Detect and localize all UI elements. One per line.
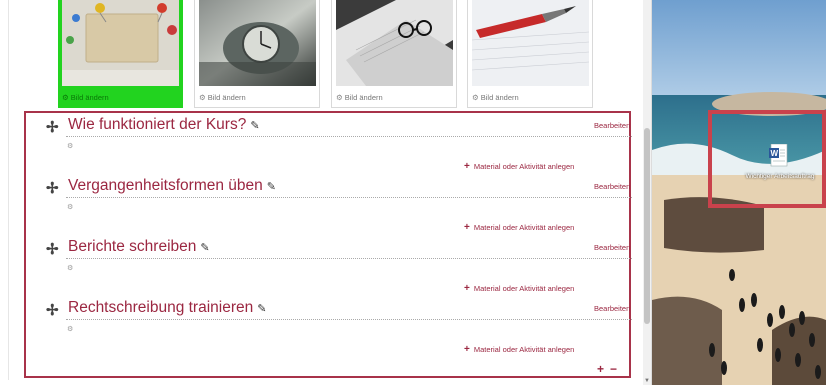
section-title[interactable]: Wie funktioniert der Kurs? ✎ xyxy=(68,116,260,134)
move-section-icon[interactable]: ✢ xyxy=(46,301,59,319)
section-title-underline xyxy=(66,136,632,137)
pencil-icon[interactable]: ✎ xyxy=(250,120,259,132)
remove-section-button[interactable]: − xyxy=(610,362,617,376)
add-section-button[interactable]: + xyxy=(597,362,604,376)
course-section: ✢ Vergangenheitsformen üben ✎ Bearbeiten … xyxy=(0,174,632,234)
image-tile-3[interactable]: ⚙ Bild ändern xyxy=(331,0,457,108)
gear-icon: ⚙ xyxy=(199,93,206,102)
page-scrollbar[interactable]: ▼ xyxy=(643,0,651,385)
edit-menu-link[interactable]: Bearbeiten xyxy=(594,121,630,130)
change-image-link[interactable]: ⚙ Bild ändern xyxy=(336,93,383,102)
section-title-underline xyxy=(66,319,632,320)
image-tile-4[interactable]: ⚙ Bild ändern xyxy=(467,0,593,108)
course-page: ⚙ Bild ändern ⚙ Bild ändern ⚙ Bild änder… xyxy=(0,0,652,385)
course-section: ✢ Rechtschreibung trainieren ✎ Bearbeiten… xyxy=(0,296,632,356)
edit-menu-link[interactable]: Bearbeiten xyxy=(594,243,630,252)
pencil-icon[interactable]: ✎ xyxy=(200,242,209,254)
edit-menu-link[interactable]: Bearbeiten xyxy=(594,182,630,191)
pencil-icon[interactable]: ✎ xyxy=(257,303,266,315)
tile-image-clock[interactable] xyxy=(199,0,316,86)
change-image-link[interactable]: ⚙ Bild ändern xyxy=(472,93,519,102)
course-section: ✢ Berichte schreiben ✎ Bearbeiten ⚙ + Mate… xyxy=(0,235,632,295)
course-section: ✢ Wie funktioniert der Kurs? ✎ Bearbeiten… xyxy=(0,113,632,173)
tile-image-red-pen[interactable] xyxy=(472,0,589,86)
image-tiles-row: ⚙ Bild ändern ⚙ Bild ändern ⚙ Bild änder… xyxy=(58,0,598,108)
gear-icon[interactable]: ⚙ xyxy=(67,264,73,272)
edit-menu-link[interactable]: Bearbeiten xyxy=(594,304,630,313)
image-tile-1[interactable]: ⚙ Bild ändern xyxy=(58,0,183,108)
scroll-down-arrow-icon[interactable]: ▼ xyxy=(644,378,650,384)
image-tile-2[interactable]: ⚙ Bild ändern xyxy=(194,0,320,108)
desktop-file-label: Wichtiger Arbeitsauftrag xyxy=(745,173,815,180)
gear-icon[interactable]: ⚙ xyxy=(67,325,73,333)
change-image-link[interactable]: ⚙ Bild ändern xyxy=(62,93,109,102)
move-section-icon[interactable]: ✢ xyxy=(46,240,59,258)
tile-image-papers-glasses[interactable] xyxy=(336,0,453,86)
plus-icon: + xyxy=(464,283,470,294)
tile-image-pinboard[interactable] xyxy=(62,0,179,86)
move-section-icon[interactable]: ✢ xyxy=(46,179,59,197)
gear-icon[interactable]: ⚙ xyxy=(67,203,73,211)
section-title-underline xyxy=(66,197,632,198)
scrollbar-thumb[interactable] xyxy=(644,128,650,324)
section-title[interactable]: Rechtschreibung trainieren ✎ xyxy=(68,299,266,317)
section-title[interactable]: Vergangenheitsformen üben ✎ xyxy=(68,177,276,195)
plus-icon: + xyxy=(464,344,470,355)
gear-icon: ⚙ xyxy=(62,93,69,102)
add-activity-link[interactable]: + Material oder Aktivität anlegen xyxy=(464,161,574,172)
gear-icon: ⚙ xyxy=(472,93,479,102)
add-activity-link[interactable]: + Material oder Aktivität anlegen xyxy=(464,344,574,355)
svg-text:W: W xyxy=(771,149,779,158)
gear-icon: ⚙ xyxy=(336,93,343,102)
plus-icon: + xyxy=(464,222,470,233)
gear-icon[interactable]: ⚙ xyxy=(67,142,73,150)
add-activity-link[interactable]: + Material oder Aktivität anlegen xyxy=(464,283,574,294)
plus-icon: + xyxy=(464,161,470,172)
move-section-icon[interactable]: ✢ xyxy=(46,118,59,136)
word-document-icon[interactable]: W xyxy=(769,144,789,168)
change-image-link[interactable]: ⚙ Bild ändern xyxy=(199,93,246,102)
desktop-file-icon-frame[interactable]: W Wichtiger Arbeitsauftrag xyxy=(708,110,826,208)
add-activity-link[interactable]: + Material oder Aktivität anlegen xyxy=(464,222,574,233)
section-title-underline xyxy=(66,258,632,259)
section-count-controls: + − xyxy=(597,362,623,376)
section-title[interactable]: Berichte schreiben ✎ xyxy=(68,238,210,256)
pencil-icon[interactable]: ✎ xyxy=(267,181,276,193)
